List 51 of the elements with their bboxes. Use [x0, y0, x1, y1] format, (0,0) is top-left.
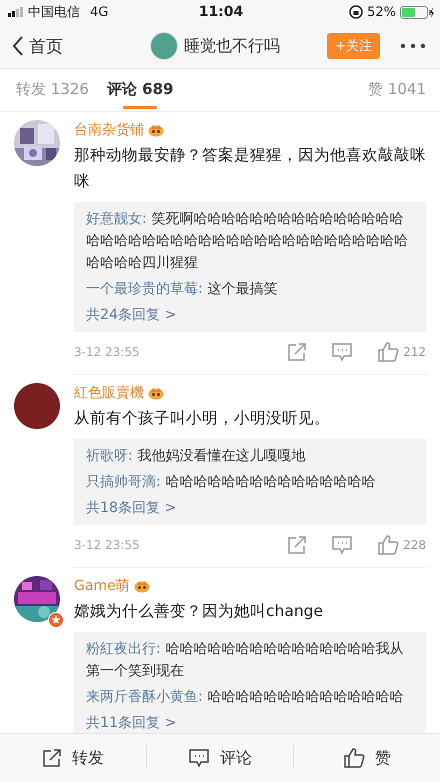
vip-badge-icon — [148, 123, 164, 137]
repost-button[interactable]: 转发 — [0, 734, 146, 782]
comment-text: 嫦娥为什么善变？因为她叫change — [74, 601, 324, 622]
comment-icon — [188, 748, 210, 768]
carrier-name: 中国电信 — [28, 4, 80, 21]
reply-text: 一个最珍贵的草莓: 这个最搞笑 — [86, 280, 278, 299]
username[interactable]: 紅色販賣機 — [74, 384, 144, 402]
tab[interactable]: 转发 1326 — [16, 72, 89, 108]
comment-icon[interactable] — [331, 342, 354, 362]
comment-button[interactable]: 评论 — [147, 734, 293, 782]
comment-time: 3-12 23:55 — [74, 538, 140, 552]
comment-text: 那种动物最安静？答案是猩猩，因为他喜欢敲敲咪咪 — [74, 145, 426, 192]
tab[interactable]: 评论 689 — [106, 72, 174, 108]
rotation-lock-icon — [349, 5, 364, 19]
vip-badge-icon — [134, 579, 150, 593]
reply-text: 粉紅夜出行: 哈哈哈哈哈哈哈哈哈哈哈哈哈哈哈我从第一个笑到现在 — [86, 640, 404, 681]
user-avatar — [150, 32, 178, 60]
comment-icon[interactable] — [331, 535, 354, 555]
reply-text: 只搞帅哥滴: 哈哈哈哈哈哈哈哈哈哈哈哈哈哈哈 — [86, 473, 376, 492]
follow-button[interactable]: +关注 — [327, 33, 380, 59]
username[interactable]: 台南杂货铺 — [74, 121, 144, 139]
comment-text: 从前有个孩子叫小明，小明没听见。 — [74, 408, 331, 429]
thumbs-up-icon[interactable] — [377, 341, 400, 363]
user-avatar — [14, 383, 60, 429]
reply-text: 来两斤香酥小黄鱼: 哈哈哈哈哈哈哈哈哈哈哈哈哈哈 — [86, 688, 404, 707]
clock-time: 11:04 — [198, 4, 244, 20]
like-count: 228 — [403, 538, 426, 552]
battery-percent: 52% — [367, 4, 396, 20]
back-button[interactable]: 首页 — [12, 34, 63, 58]
tab[interactable]: 赞 1041 — [368, 72, 426, 108]
signal-icon — [8, 7, 24, 17]
thumbs-up-icon[interactable] — [377, 534, 400, 556]
thumbs-up-icon — [343, 747, 365, 769]
vip-badge-icon — [148, 386, 164, 400]
more-replies-link[interactable]: 共24条回复 > — [86, 304, 176, 326]
like-button[interactable]: 赞 — [294, 734, 440, 782]
share-icon[interactable] — [287, 535, 308, 555]
share-icon — [42, 748, 62, 768]
page-title: 睡觉也不行吗 — [184, 36, 280, 56]
more-replies-link[interactable]: 共11条回复 > — [86, 712, 176, 733]
reply-text: 祈歌呀: 我他妈没看懂在这儿嘎嘎地 — [86, 447, 306, 466]
username[interactable]: Game萌 — [74, 577, 130, 595]
share-icon[interactable] — [287, 342, 308, 362]
reply-text: 好意靓女: 笑死啊哈哈哈哈哈哈哈哈哈哈哈哈哈哈哈哈哈哈哈哈哈哈哈哈哈哈哈哈哈哈哈哈哈哈哈哈哈哈哈哈哈哈四川猩猩 — [86, 210, 409, 273]
like-count: 212 — [403, 345, 426, 359]
battery-icon — [400, 6, 434, 18]
network-type: 4G — [90, 4, 108, 20]
more-replies-link[interactable]: 共18条回复 > — [86, 497, 176, 519]
comment-time: 3-12 23:55 — [74, 345, 140, 359]
back-chevron-icon — [12, 35, 24, 57]
more-icon[interactable] — [400, 43, 426, 49]
